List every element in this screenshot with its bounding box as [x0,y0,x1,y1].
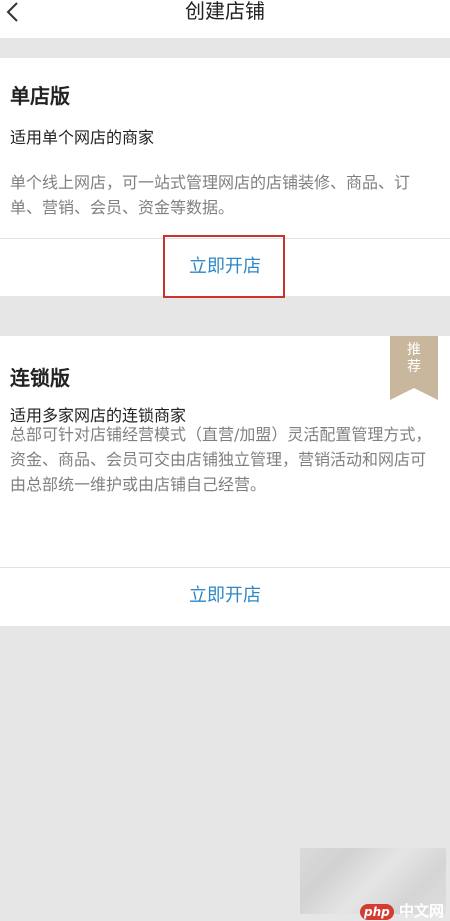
card-subtitle: 适用单个网店的商家 [10,128,155,147]
card-divider [0,567,450,568]
card-description: 总部可针对店铺经营模式（直营/加盟）灵活配置管理方式，资金、商品、会员可交由店铺… [10,425,432,494]
top-bar: 创建店铺 [0,0,450,38]
watermark-text: 中文网 [398,902,444,920]
page-title: 创建店铺 [185,0,265,23]
card-description: 单个线上网店，可一站式管理网店的店铺装修、商品、订单、营销、会员、资金等数据。 [10,173,411,217]
highlight-annotation [163,235,285,298]
recommend-badge: 推荐 [390,342,438,376]
single-store-card: 单店版 适用单个网店的商家 单个线上网店，可一站式管理网店的店铺装修、商品、订单… [0,58,450,298]
badge-label: 推荐 [407,342,421,375]
chain-store-card: 推荐 连锁版 适用多家网店的连锁商家 总部可针对店铺经营模式（直营/加盟）灵活配… [0,336,450,626]
open-store-button[interactable]: 立即开店 [0,584,450,608]
card-title: 连锁版 [10,366,70,390]
card-title: 单店版 [10,84,70,108]
